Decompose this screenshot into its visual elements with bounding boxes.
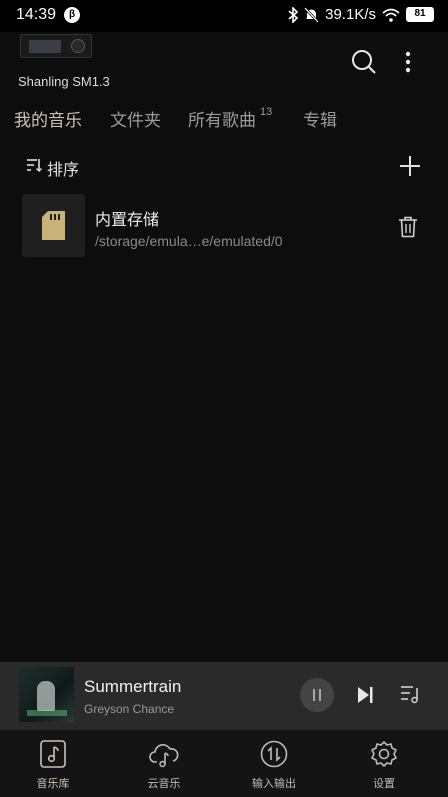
status-time: 14:39 [16,6,57,23]
tab-all-songs-label: 所有歌曲 [188,111,256,130]
nav-cloud-music[interactable]: 云音乐 [124,740,204,791]
bluetooth-icon [288,6,299,23]
sort-label: 排序 [47,162,80,179]
tab-albums[interactable]: 专辑 [303,106,337,131]
trash-icon[interactable] [398,216,418,238]
add-icon[interactable] [398,154,422,178]
bell-muted-icon [304,6,320,23]
next-track-icon[interactable] [356,686,374,704]
notification-app-icon: β [64,7,80,23]
music-note-icon [40,740,66,768]
playlist-queue-icon[interactable] [400,684,420,704]
search-icon[interactable] [350,48,378,76]
status-indicators: 39.1K/s 81 [288,6,434,23]
track-artist: Greyson Chance [84,702,175,716]
gear-icon [371,741,397,767]
now-playing-bar[interactable]: Summertrain Greyson Chance [0,662,448,730]
storage-list-item[interactable]: 内置存储 /storage/emula…e/emulated/0 [0,194,448,258]
tab-all-songs[interactable]: 所有歌曲 13 [188,106,272,131]
bottom-navigation: 音乐库 云音乐 输入输出 设置 [0,730,448,797]
sd-card-thumbnail [22,194,85,257]
pause-button[interactable] [300,678,334,712]
nav-cloud-music-label: 云音乐 [147,778,181,790]
tab-all-songs-count: 13 [260,106,273,118]
cloud-music-icon [149,744,179,768]
sort-row: 排序 [0,150,448,182]
storage-name: 内置存储 [95,212,160,229]
battery-indicator: 81 [406,7,434,22]
tab-folders[interactable]: 文件夹 [110,106,161,131]
more-options-icon[interactable] [398,48,418,76]
app-header: Shanling SM1.3 [0,32,448,92]
tab-my-music[interactable]: 我的音乐 [14,106,82,131]
nav-music-library-label: 音乐库 [36,778,70,790]
nav-music-library[interactable]: 音乐库 [13,740,93,791]
track-title: Summertrain [84,677,182,696]
tab-bar: 我的音乐 文件夹 所有歌曲 13 专辑 [0,100,448,134]
device-name: Shanling SM1.3 [18,74,110,89]
status-bar: 14:39 β 39.1K/s 81 [0,0,448,32]
wifi-icon [382,8,400,22]
sort-icon [27,159,42,172]
nav-settings-label: 设置 [373,778,395,790]
nav-settings[interactable]: 设置 [344,740,424,791]
nav-input-output-label: 输入输出 [252,778,296,790]
network-speed: 39.1K/s [325,6,376,23]
input-output-icon [260,740,288,768]
storage-path: /storage/emula…e/emulated/0 [95,233,283,249]
album-art[interactable] [19,667,74,722]
sd-card-icon [42,211,65,240]
device-image [20,34,92,58]
nav-input-output[interactable]: 输入输出 [234,740,314,791]
